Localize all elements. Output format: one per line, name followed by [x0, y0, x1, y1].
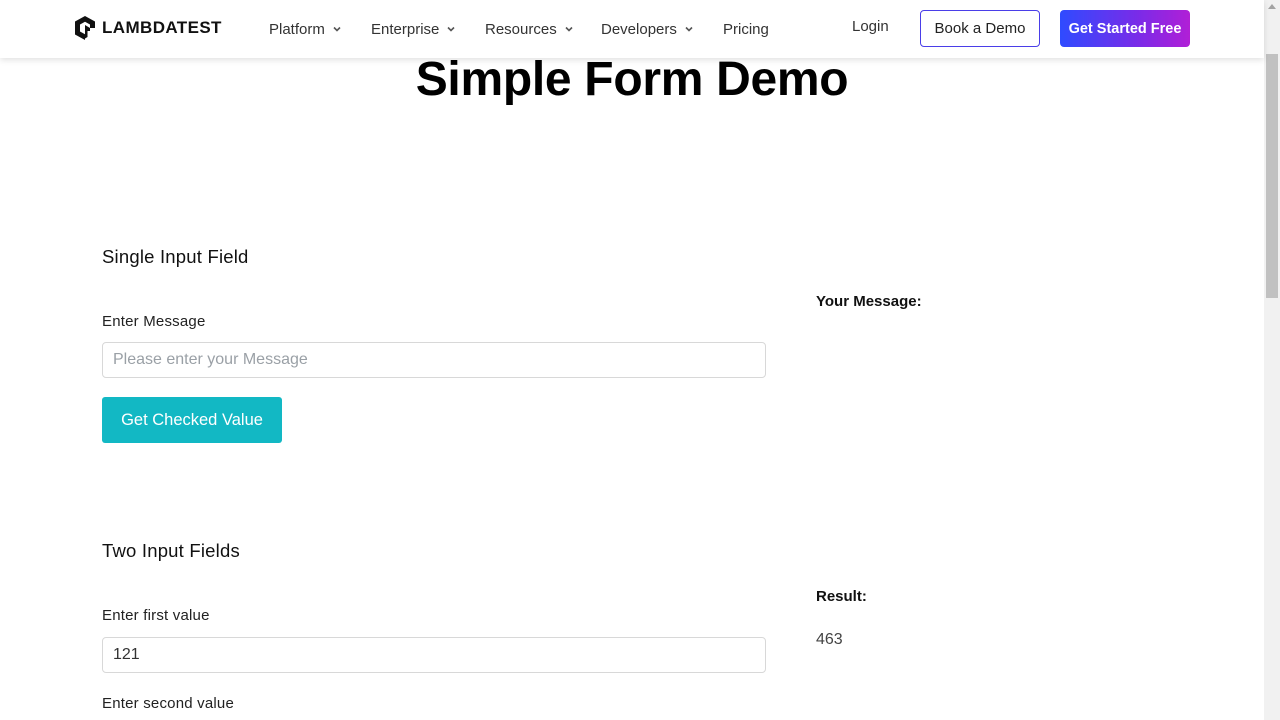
- nav-label: Platform: [269, 20, 325, 38]
- result-label: Result:: [816, 588, 867, 605]
- chevron-down-icon: [447, 26, 455, 32]
- message-input[interactable]: [102, 342, 766, 378]
- get-checked-value-button[interactable]: Get Checked Value: [102, 397, 282, 443]
- chevron-down-icon: [565, 26, 573, 32]
- nav-label: Resources: [485, 20, 557, 38]
- enter-message-label: Enter Message: [102, 313, 206, 330]
- nav-item-enterprise[interactable]: Enterprise: [371, 18, 456, 40]
- single-input-section-title: Single Input Field: [102, 246, 249, 267]
- page-title: Simple Form Demo: [415, 53, 849, 106]
- login-link[interactable]: Login: [852, 18, 889, 35]
- chevron-down-icon: [333, 26, 341, 32]
- page-scrollbar[interactable]: [1264, 0, 1280, 720]
- chevron-down-icon: [685, 26, 693, 32]
- first-value-input[interactable]: [102, 637, 766, 673]
- brand-name: LAMBDATEST: [102, 18, 222, 37]
- your-message-label: Your Message:: [816, 293, 922, 310]
- lambdatest-logo-icon: [75, 16, 95, 40]
- nav-item-platform[interactable]: Platform: [269, 18, 342, 40]
- scroll-up-arrow-icon[interactable]: [1268, 4, 1276, 9]
- site-header: LAMBDATEST Platform Enterprise Resources…: [0, 0, 1264, 58]
- first-value-label: Enter first value: [102, 607, 210, 624]
- scrollbar-thumb[interactable]: [1266, 54, 1278, 298]
- nav-label: Developers: [601, 20, 677, 38]
- two-inputs-section-title: Two Input Fields: [102, 540, 240, 561]
- second-value-label: Enter second value: [102, 695, 235, 712]
- lambdatest-logo[interactable]: LAMBDATEST: [73, 15, 222, 41]
- nav-item-pricing[interactable]: Pricing: [723, 18, 769, 40]
- book-demo-button[interactable]: Book a Demo: [920, 10, 1040, 47]
- nav-label: Pricing: [723, 20, 769, 38]
- nav-item-developers[interactable]: Developers: [601, 18, 694, 40]
- get-started-free-button[interactable]: Get Started Free: [1060, 10, 1190, 47]
- nav-item-resources[interactable]: Resources: [485, 18, 574, 40]
- nav-label: Enterprise: [371, 20, 440, 38]
- result-value: 463: [816, 631, 843, 648]
